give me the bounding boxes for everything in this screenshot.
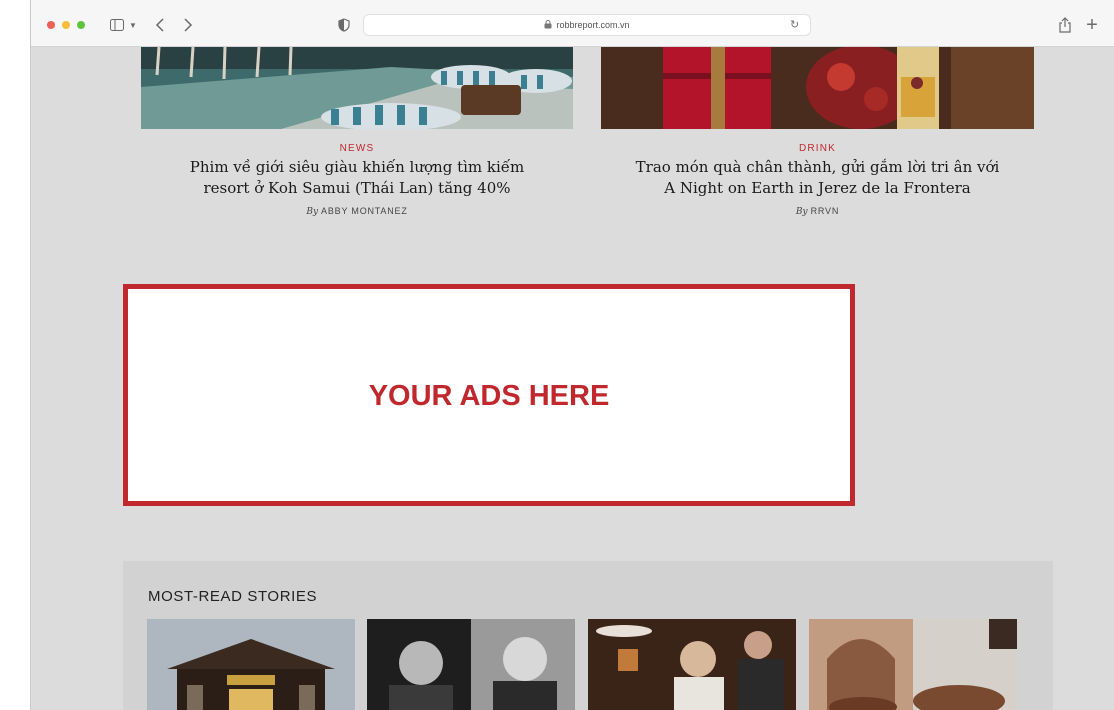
lock-icon	[544, 16, 552, 36]
plus-icon[interactable]: +	[1085, 14, 1099, 36]
forward-arrow-icon[interactable]	[181, 14, 195, 36]
zoom-window-button[interactable]	[77, 21, 85, 29]
ad-text: YOUR ADS HERE	[368, 380, 610, 412]
story-thumbnail[interactable]	[367, 619, 575, 710]
minimize-window-button[interactable]	[62, 21, 70, 29]
browser-window: ▼ robbreport.com.vn ↻ + NEWS Phim về giớ…	[30, 0, 1114, 710]
byline-prefix: By	[795, 207, 808, 217]
article-title-line[interactable]: A Night on Earth in Jerez de la Frontera	[601, 178, 1034, 199]
article-title-line[interactable]: resort ở Koh Samui (Thái Lan) tăng 40%	[141, 178, 573, 199]
url-text: robbreport.com.vn	[556, 20, 630, 30]
article-category[interactable]: NEWS	[141, 143, 573, 154]
sidebar-icon[interactable]	[109, 14, 125, 36]
shield-icon[interactable]	[337, 14, 351, 36]
ad-banner[interactable]: YOUR ADS HERE	[123, 284, 855, 506]
address-bar[interactable]: robbreport.com.vn ↻	[363, 14, 811, 36]
article-byline: By RRVN	[601, 206, 1034, 217]
close-window-button[interactable]	[47, 21, 55, 29]
section-title: MOST-READ STORIES	[148, 588, 318, 605]
page-content: NEWS Phim về giới siêu giàu khiến lượng …	[31, 47, 1114, 710]
article-image-resort[interactable]	[141, 47, 573, 129]
byline-prefix: By	[306, 207, 319, 217]
article-title[interactable]: Phim về giới siêu giàu khiến lượng tìm k…	[141, 157, 573, 199]
article-category[interactable]: DRINK	[601, 143, 1034, 154]
article-card[interactable]: NEWS Phim về giới siêu giàu khiến lượng …	[141, 143, 573, 217]
article-image-gift[interactable]	[601, 47, 1034, 129]
chevron-down-icon[interactable]: ▼	[128, 14, 138, 36]
browser-toolbar: ▼ robbreport.com.vn ↻ +	[31, 0, 1114, 47]
story-thumbnail[interactable]	[147, 619, 355, 710]
author-name[interactable]: RRVN	[811, 206, 840, 216]
most-read-section: MOST-READ STORIES	[123, 561, 1053, 710]
story-thumbnail[interactable]	[588, 619, 796, 710]
article-title[interactable]: Trao món quà chân thành, gửi gắm lời tri…	[601, 157, 1034, 199]
article-byline: By ABBY MONTANEZ	[141, 206, 573, 217]
url-display[interactable]: robbreport.com.vn	[364, 15, 810, 35]
reload-icon[interactable]: ↻	[790, 19, 802, 31]
back-arrow-icon[interactable]	[153, 14, 167, 36]
author-name[interactable]: ABBY MONTANEZ	[321, 206, 408, 216]
story-thumbnail[interactable]	[809, 619, 1017, 710]
article-title-line[interactable]: Phim về giới siêu giàu khiến lượng tìm k…	[141, 157, 573, 178]
article-card[interactable]: DRINK Trao món quà chân thành, gửi gắm l…	[601, 143, 1034, 217]
share-icon[interactable]	[1057, 14, 1073, 36]
article-title-line[interactable]: Trao món quà chân thành, gửi gắm lời tri…	[601, 157, 1034, 178]
